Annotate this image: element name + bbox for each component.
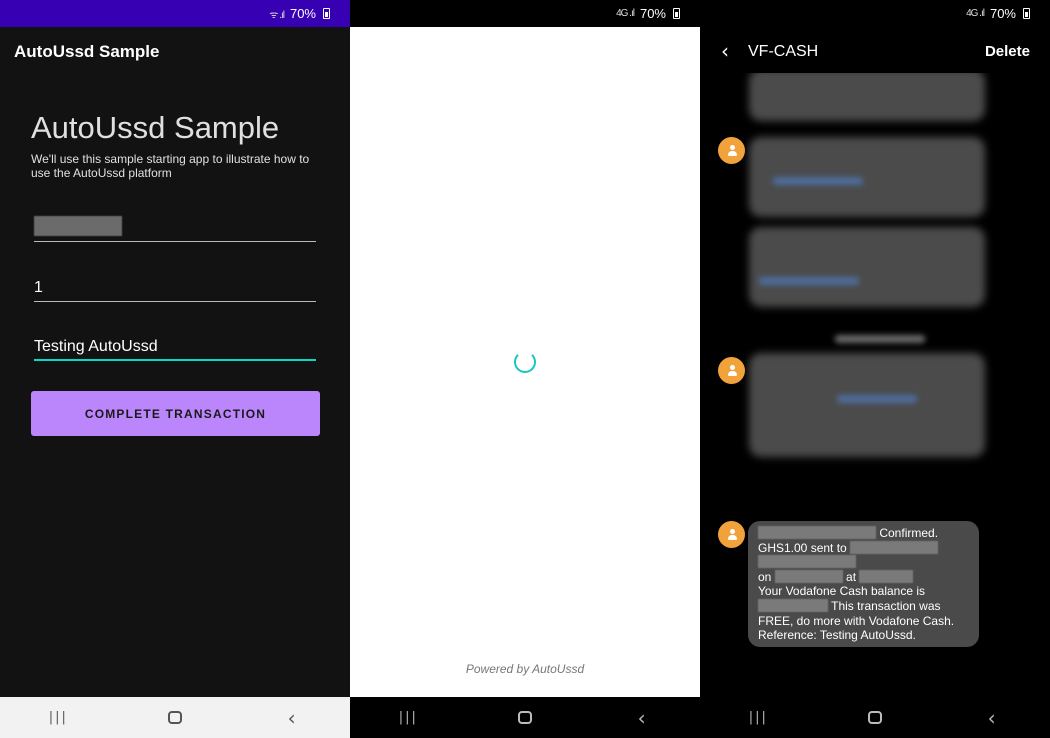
message-text: GHS1.00 sent to [758,540,847,555]
page-subtitle: We'll use this sample starting app to il… [31,152,310,180]
back-icon[interactable]: ‹ [262,697,322,738]
home-button[interactable] [145,697,205,738]
navigation-bar: ||| ‹ [350,697,700,738]
person-icon [727,365,737,376]
person-icon [727,529,737,540]
navigation-bar: ||| ‹ [0,697,350,738]
sender-avatar-icon[interactable] [718,137,745,164]
message-text: FREE, do more with Vodafone Cash. [758,613,955,628]
battery-icon [323,8,330,19]
battery-icon [673,8,680,19]
recent-apps-icon[interactable]: ||| [378,697,438,738]
conversation-sender: VF-CASH [748,43,819,60]
transaction-confirmation-message[interactable]: Confirmed. GHS1.00 sent to on at Your Vo… [748,521,979,647]
delete-button[interactable]: Delete [985,43,1030,60]
redacted-time [859,569,914,583]
mobile-signal-icon: 4G .ıl [966,8,985,19]
loading-screen: 4G .ıl 70% Powered by AutoUssd ||| ‹ [350,0,700,738]
navigation-bar: ||| ‹ [700,697,1050,738]
redacted-transaction-id [758,526,876,539]
recent-apps-icon[interactable]: ||| [728,697,788,738]
loading-spinner-icon [514,351,536,373]
wifi-signal-icon: ᯤ .ıl [269,9,285,21]
battery-icon [1023,8,1030,19]
sender-avatar-icon[interactable] [718,357,745,384]
blurred-message-history [745,69,1015,478]
sender-avatar-icon[interactable] [718,521,745,548]
message-text: at [846,569,857,584]
mobile-signal-icon: 4G .ıl [616,8,635,19]
message-text: Your Vodafone Cash balance is [758,584,926,599]
amount-input[interactable]: 1 [34,276,316,302]
home-icon [167,711,182,724]
back-icon[interactable]: ‹ [962,697,1022,738]
redacted-balance [758,598,828,612]
page-heading: AutoUssd Sample [31,110,280,145]
home-button[interactable] [845,697,905,738]
home-icon [867,711,882,724]
battery-percent: 70% [989,6,1016,21]
status-bar: 4G .ıl 70% [700,0,1050,27]
sample-app-screen: ᯤ .ıl 70% AutoUssd Sample AutoUssd Sampl… [0,0,350,738]
app-bar-title: AutoUssd Sample [14,42,160,61]
back-icon[interactable]: ‹ [612,697,672,738]
message-text: on [758,569,772,584]
powered-by-label: Powered by AutoUssd [465,662,585,676]
message-text: This transaction was [831,598,941,613]
redacted-recipient [850,540,939,554]
status-bar: ᯤ .ıl 70% [0,0,350,27]
message-text: Confirmed. [879,526,939,540]
redacted-date [774,569,843,583]
home-icon [517,711,532,724]
redacted-phone-number [34,216,122,236]
battery-percent: 70% [639,6,666,21]
messages-screen: 4G .ıl 70% Confirmed. GHS1.00 sent to on… [700,0,1050,738]
phone-number-input[interactable] [34,216,316,242]
message-text: Reference: Testing AutoUssd. [758,628,916,643]
battery-percent: 70% [289,6,316,21]
back-arrow-icon[interactable]: ‹ [721,39,729,63]
person-icon [727,145,737,156]
recent-apps-icon[interactable]: ||| [28,697,88,738]
redacted-recipient-number [758,555,856,569]
home-button[interactable] [495,697,555,738]
status-bar: 4G .ıl 70% [350,0,700,27]
reference-input[interactable]: Testing AutoUssd [34,335,316,361]
complete-transaction-button[interactable]: COMPLETE TRANSACTION [31,391,320,436]
conversation-header: ‹ VF-CASH Delete [700,27,1050,73]
